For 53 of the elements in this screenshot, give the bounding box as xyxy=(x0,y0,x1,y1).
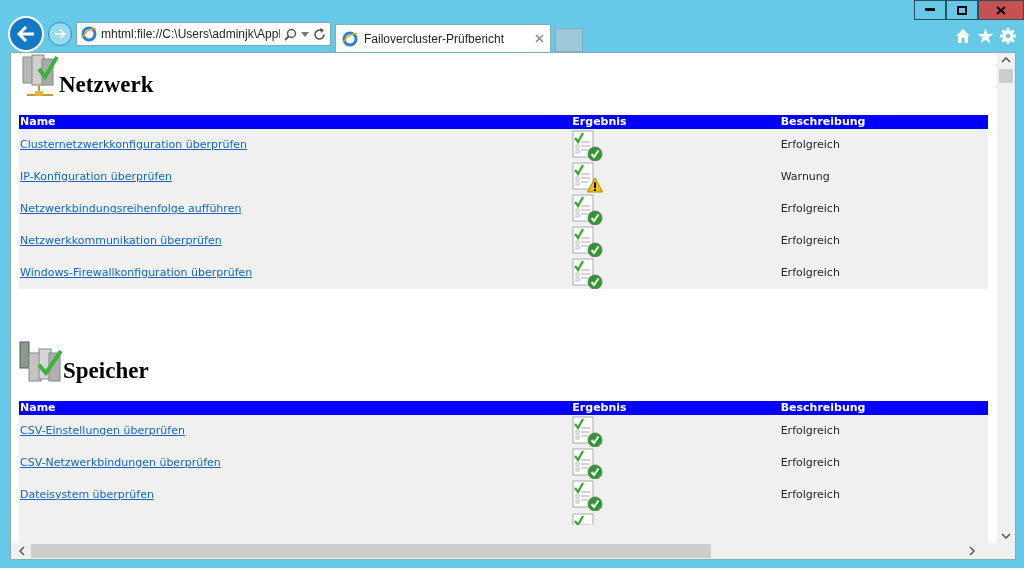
browser-logo-icon xyxy=(81,26,97,42)
browser-tab[interactable]: Failovercluster-Prüfbericht xyxy=(335,24,551,52)
check-link[interactable]: CSV-Einstellungen überprüfen xyxy=(20,423,185,437)
section-heading: Speicher xyxy=(63,357,149,385)
maximize-button[interactable] xyxy=(946,0,978,20)
check-link[interactable]: Netzwerkkommunikation überprüfen xyxy=(20,233,222,247)
browser-logo-icon xyxy=(342,30,358,47)
column-header: Ergebnis xyxy=(571,115,780,129)
column-header: Ergebnis xyxy=(571,401,780,415)
forward-button[interactable] xyxy=(48,22,72,46)
column-header: Beschreibung xyxy=(779,115,988,129)
section-heading: Netzwerk xyxy=(59,71,154,99)
scroll-up-icon[interactable] xyxy=(1001,57,1011,63)
check-link[interactable]: Netzwerkbindungsreihenfolge aufführen xyxy=(20,201,242,215)
search-icon[interactable] xyxy=(284,27,297,41)
minimize-button[interactable] xyxy=(914,0,946,20)
storage-server-icon xyxy=(19,341,63,385)
maximize-icon xyxy=(957,5,967,15)
scrollbar-thumb[interactable] xyxy=(31,544,711,558)
star-icon[interactable] xyxy=(977,28,994,44)
scroll-down-icon[interactable] xyxy=(1001,533,1011,539)
result-text: Erfolgreich xyxy=(780,265,840,279)
dropdown-caret-icon[interactable] xyxy=(301,31,309,37)
close-button[interactable] xyxy=(978,0,1024,20)
scroll-left-icon[interactable] xyxy=(19,546,25,556)
address-bar[interactable]: mhtml:file://C:\Users\adminjk\Appl xyxy=(76,22,331,46)
column-header: Name xyxy=(19,115,572,129)
result-text: Erfolgreich xyxy=(780,137,840,151)
tab-title: Failovercluster-Prüfbericht xyxy=(364,30,506,48)
scrollbar-thumb[interactable] xyxy=(999,69,1013,83)
check-link[interactable]: Windows-Firewallkonfiguration überprüfen xyxy=(20,265,253,279)
forward-arrow-icon xyxy=(54,29,66,39)
result-text: Warnung xyxy=(780,169,830,183)
refresh-icon[interactable] xyxy=(313,27,326,41)
back-button[interactable] xyxy=(8,16,44,52)
back-arrow-icon xyxy=(17,26,35,42)
column-header: Beschreibung xyxy=(779,401,988,415)
check-link[interactable]: IP-Konfiguration überprüfen xyxy=(20,169,173,183)
scroll-right-icon[interactable] xyxy=(969,546,975,556)
close-tab-icon[interactable] xyxy=(535,34,544,43)
result-text: Erfolgreich xyxy=(780,201,840,215)
result-text: Erfolgreich xyxy=(780,455,840,469)
close-icon xyxy=(996,5,1006,15)
check-link[interactable]: Clusternetzwerkkonfiguration überprüfen xyxy=(20,137,248,151)
address-text: mhtml:file://C:\Users\adminjk\Appl xyxy=(101,26,280,43)
minimize-icon xyxy=(925,8,935,12)
check-link[interactable]: Dateisystem überprüfen xyxy=(20,487,154,501)
result-text: Erfolgreich xyxy=(780,487,840,501)
column-header: Name xyxy=(19,401,572,415)
check-link[interactable]: CSV-Netzwerkbindungen überprüfen xyxy=(20,455,221,469)
result-text: Erfolgreich xyxy=(780,423,840,437)
result-text: Erfolgreich xyxy=(780,233,840,247)
server-network-icon xyxy=(19,53,59,99)
